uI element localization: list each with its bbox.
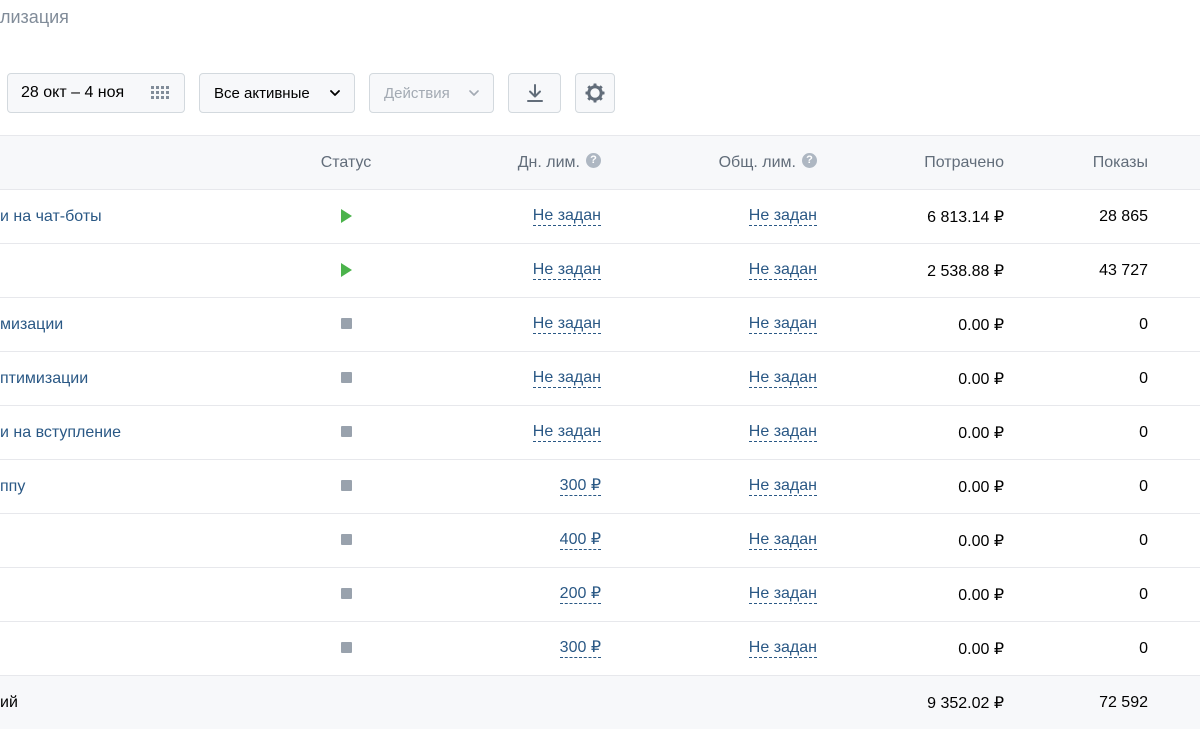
total-limit-link[interactable]: Не задан [748, 639, 817, 658]
spent-value: 0.00 ₽ [958, 586, 1004, 604]
date-range-picker[interactable]: 28 окт – 4 ноя [7, 73, 185, 113]
stop-icon [340, 318, 352, 329]
table-row: 400 ₽ Не задан 0.00 ₽ 0 [0, 514, 1200, 568]
campaign-status[interactable] [318, 372, 374, 383]
shows-value: 0 [1139, 315, 1148, 333]
total-limit-link[interactable]: Не задан [748, 423, 817, 442]
total-limit-link[interactable]: Не задан [748, 369, 817, 388]
chevron-down-icon [330, 90, 340, 96]
stop-icon [340, 426, 352, 437]
table-row: 200 ₽ Не задан 0.00 ₽ 0 [0, 568, 1200, 622]
campaign-name-link[interactable]: мизации [0, 316, 63, 334]
shows-value: 0 [1139, 369, 1148, 387]
daily-limit-link[interactable]: Не задан [532, 315, 601, 334]
total-shows: 72 592 [1099, 693, 1148, 711]
daily-limit-link[interactable]: Не задан [532, 369, 601, 388]
table-header: Статус Дн. лим. ? Общ. лим. ? Потрачено … [0, 135, 1200, 190]
header-total-limit-label: Общ. лим. [718, 153, 796, 171]
spent-value: 0.00 ₽ [958, 478, 1004, 496]
help-icon[interactable]: ? [586, 153, 601, 168]
status-filter-label: Все активные [214, 84, 310, 102]
spent-value: 0.00 ₽ [958, 532, 1004, 550]
header-spent[interactable]: Потрачено [924, 136, 1004, 189]
shows-value: 0 [1139, 477, 1148, 495]
download-button[interactable] [508, 73, 561, 113]
header-shows[interactable]: Показы [1093, 136, 1148, 189]
shows-value: 28 865 [1099, 207, 1148, 225]
spent-value: 0.00 ₽ [958, 424, 1004, 442]
stop-icon [340, 534, 352, 545]
shows-value: 0 [1139, 639, 1148, 657]
daily-limit-link[interactable]: 400 ₽ [559, 531, 601, 550]
campaign-name-link[interactable]: и на вступление [0, 424, 121, 442]
total-limit-link[interactable]: Не задан [748, 261, 817, 280]
play-icon [340, 262, 352, 277]
spent-value: 0.00 ₽ [958, 370, 1004, 388]
campaign-status[interactable] [318, 642, 374, 653]
daily-limit-link[interactable]: 200 ₽ [559, 585, 601, 604]
table-row: ппу 300 ₽ Не задан 0.00 ₽ 0 [0, 460, 1200, 514]
table-row: мизации Не задан Не задан 0.00 ₽ 0 [0, 298, 1200, 352]
shows-value: 0 [1139, 423, 1148, 441]
page-title: лизация [0, 7, 69, 27]
table-row: 300 ₽ Не задан 0.00 ₽ 0 [0, 622, 1200, 676]
settings-button[interactable] [575, 73, 615, 113]
total-limit-link[interactable]: Не задан [748, 585, 817, 604]
date-range-label: 28 окт – 4 ноя [21, 84, 125, 101]
total-limit-link[interactable]: Не задан [748, 315, 817, 334]
shows-value: 43 727 [1099, 261, 1148, 279]
campaigns-table: Статус Дн. лим. ? Общ. лим. ? Потрачено … [0, 135, 1200, 729]
table-row: и на вступление Не задан Не задан 0.00 ₽ 0 [0, 406, 1200, 460]
shows-value: 0 [1139, 531, 1148, 549]
campaign-name-link[interactable]: птимизации [0, 370, 88, 388]
play-icon [340, 208, 352, 223]
daily-limit-link[interactable]: 300 ₽ [559, 477, 601, 496]
campaign-status[interactable] [318, 534, 374, 545]
total-label: ий [0, 693, 18, 711]
header-daily-limit-label: Дн. лим. [517, 153, 580, 171]
help-icon[interactable]: ? [802, 153, 817, 168]
stop-icon [340, 480, 352, 491]
chevron-down-icon [469, 90, 479, 96]
actions-dropdown[interactable]: Действия [369, 73, 494, 113]
total-limit-link[interactable]: Не задан [748, 477, 817, 496]
header-total-limit[interactable]: Общ. лим. ? [719, 136, 817, 189]
stop-icon [340, 588, 352, 599]
total-spent: 9 352.02 ₽ [927, 694, 1004, 712]
status-filter-dropdown[interactable]: Все активные [199, 73, 355, 113]
campaign-status[interactable] [318, 426, 374, 437]
daily-limit-link[interactable]: Не задан [532, 423, 601, 442]
campaign-status[interactable] [318, 262, 374, 277]
total-limit-link[interactable]: Не задан [748, 531, 817, 550]
campaign-name-link[interactable]: ппу [0, 478, 25, 496]
calendar-grid-icon [151, 86, 171, 100]
spent-value: 0.00 ₽ [958, 640, 1004, 658]
total-limit-link[interactable]: Не задан [748, 207, 817, 226]
stop-icon [340, 642, 352, 653]
header-daily-limit[interactable]: Дн. лим. ? [518, 136, 601, 189]
campaign-status[interactable] [318, 480, 374, 491]
spent-value: 2 538.88 ₽ [927, 262, 1004, 280]
shows-value: 0 [1139, 585, 1148, 603]
campaign-name-link[interactable]: и на чат-боты [0, 208, 102, 226]
table-total-row: ий 9 352.02 ₽ 72 592 [0, 676, 1200, 729]
toolbar: 28 окт – 4 ноя Все активные Действия [0, 73, 1200, 113]
campaign-status[interactable] [318, 318, 374, 329]
campaign-status[interactable] [318, 208, 374, 223]
table-row: птимизации Не задан Не задан 0.00 ₽ 0 [0, 352, 1200, 406]
daily-limit-link[interactable]: 300 ₽ [559, 639, 601, 658]
daily-limit-link[interactable]: Не задан [532, 261, 601, 280]
download-icon [526, 84, 543, 102]
table-row: Не задан Не задан 2 538.88 ₽ 43 727 [0, 244, 1200, 298]
campaign-status[interactable] [318, 588, 374, 599]
actions-label: Действия [384, 84, 450, 102]
daily-limit-link[interactable]: Не задан [532, 207, 601, 226]
gear-icon [585, 83, 605, 103]
table-row: и на чат-боты Не задан Не задан 6 813.14 ₽ 2… [0, 190, 1200, 244]
header-status[interactable]: Статус [318, 136, 374, 189]
spent-value: 0.00 ₽ [958, 316, 1004, 334]
spent-value: 6 813.14 ₽ [927, 208, 1004, 226]
stop-icon [340, 372, 352, 383]
